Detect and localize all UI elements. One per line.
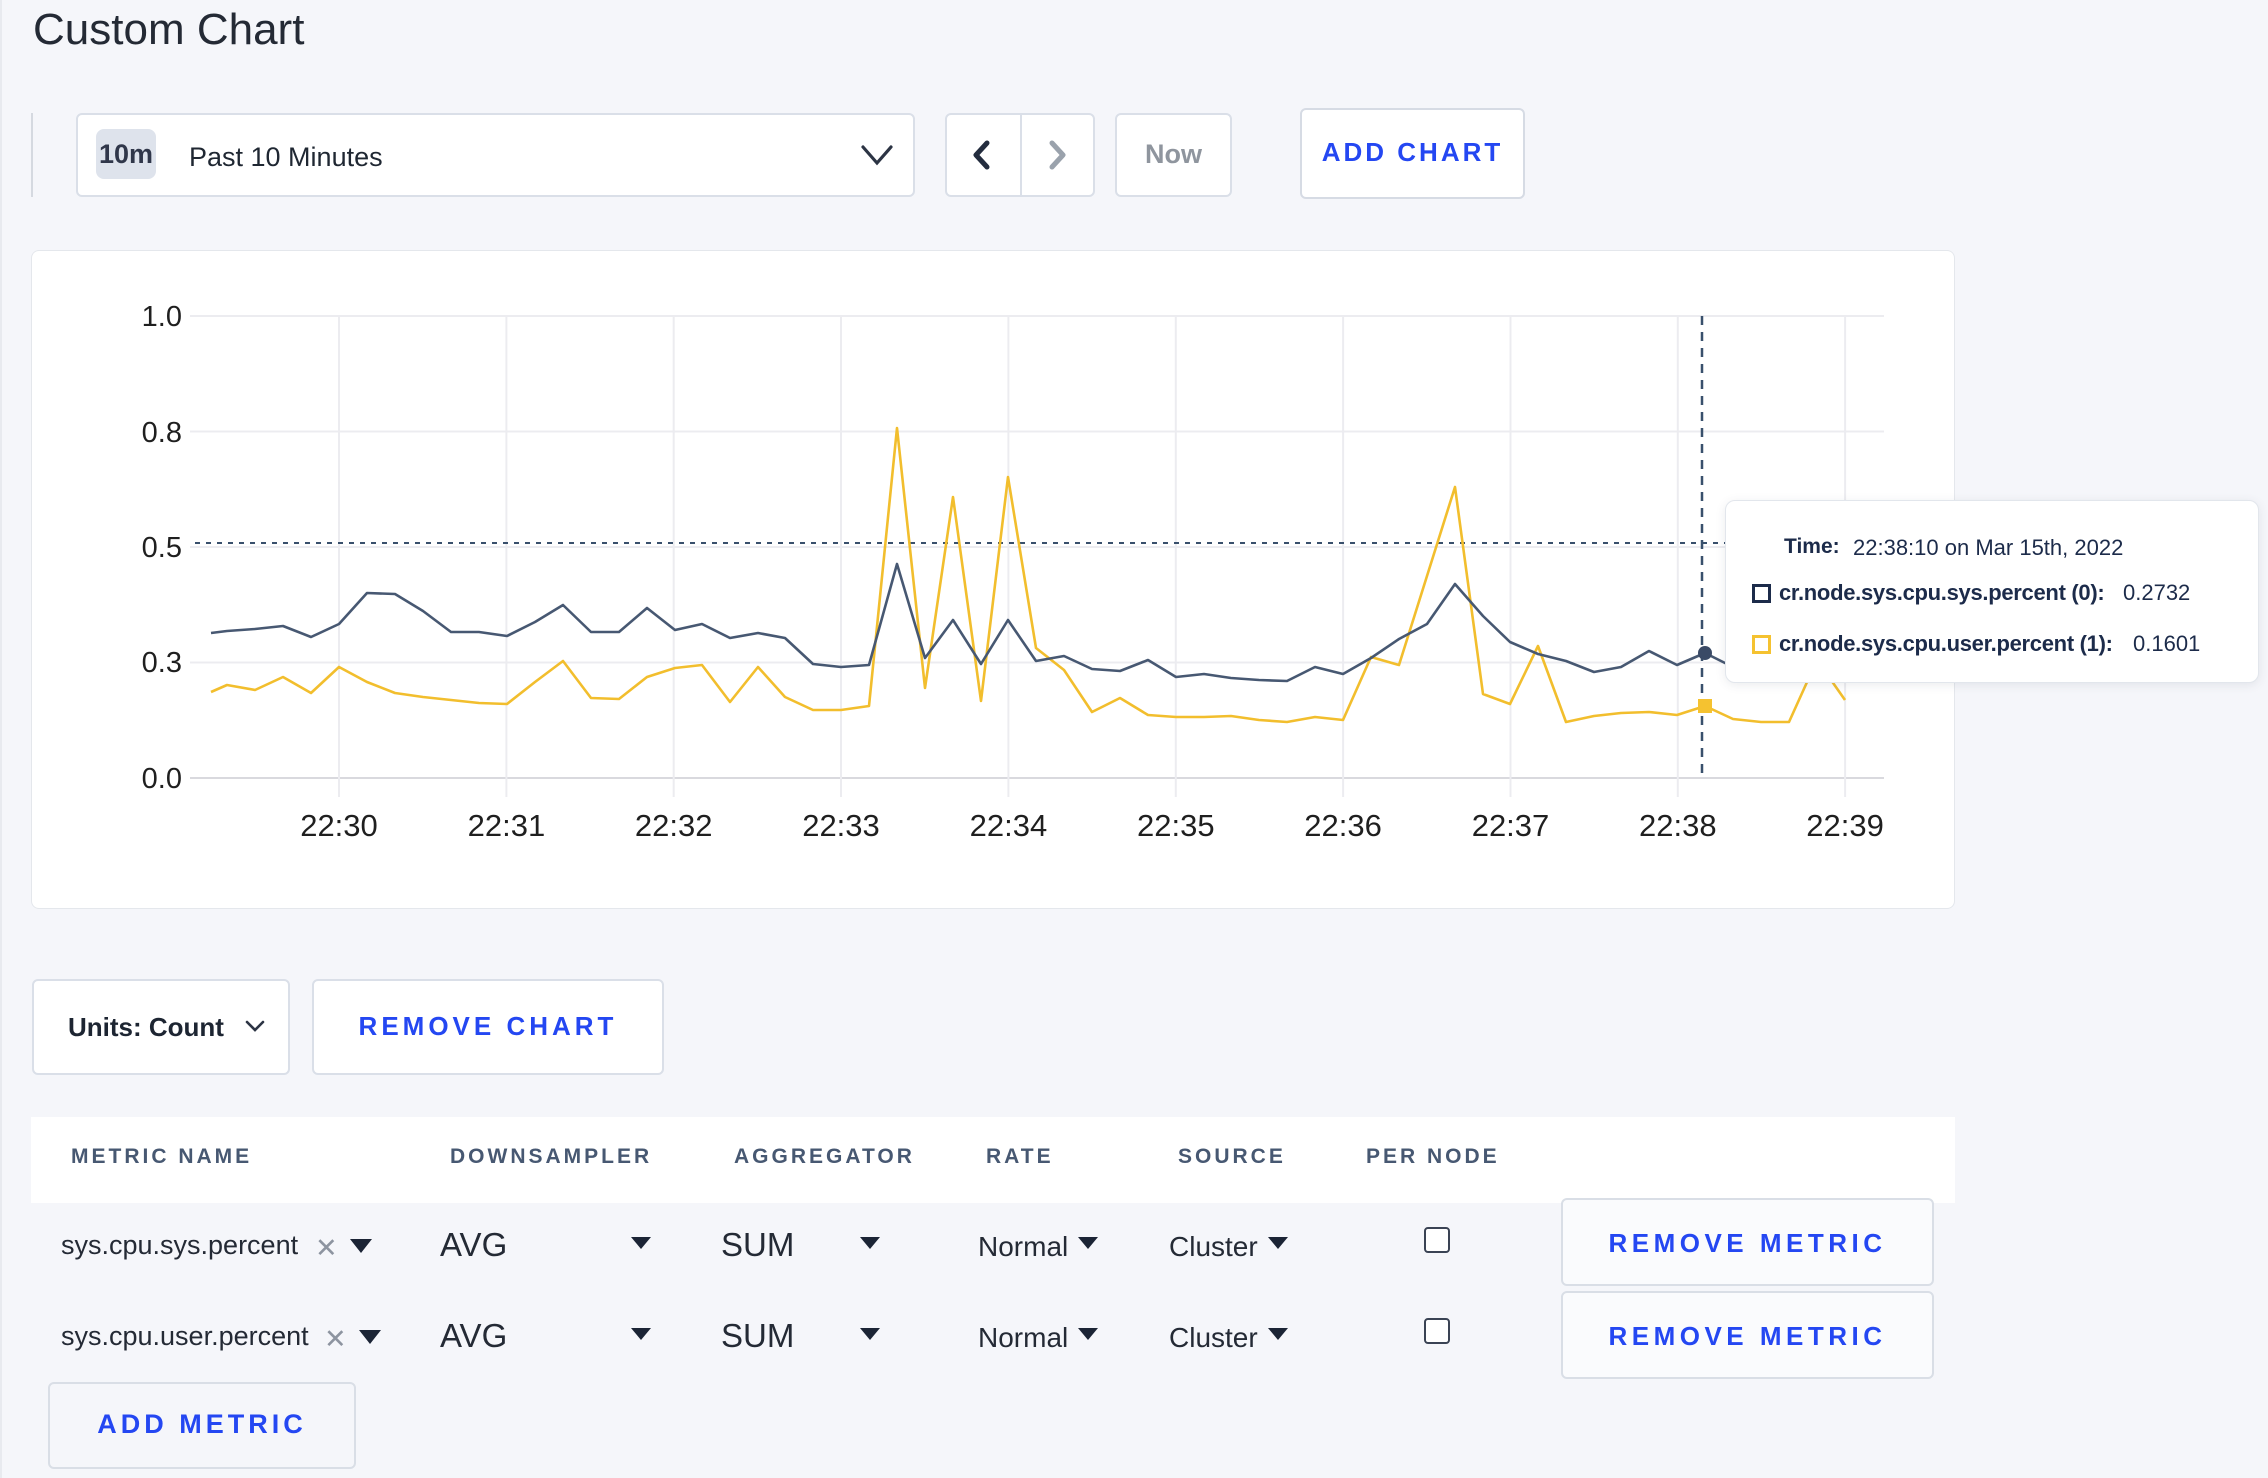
svg-text:22:38: 22:38: [1639, 808, 1717, 843]
svg-text:22:39: 22:39: [1806, 808, 1884, 843]
svg-text:1.0: 1.0: [142, 301, 182, 333]
svg-text:0.5: 0.5: [142, 532, 182, 564]
svg-text:22:31: 22:31: [468, 808, 546, 843]
svg-text:22:33: 22:33: [802, 808, 880, 843]
svg-text:0.3: 0.3: [142, 647, 182, 679]
svg-text:22:37: 22:37: [1472, 808, 1550, 843]
svg-text:0.0: 0.0: [142, 763, 182, 795]
svg-text:22:30: 22:30: [300, 808, 378, 843]
svg-text:22:36: 22:36: [1304, 808, 1382, 843]
svg-text:22:34: 22:34: [970, 808, 1048, 843]
svg-text:22:35: 22:35: [1137, 808, 1215, 843]
svg-text:0.8: 0.8: [142, 417, 182, 449]
svg-text:22:32: 22:32: [635, 808, 713, 843]
